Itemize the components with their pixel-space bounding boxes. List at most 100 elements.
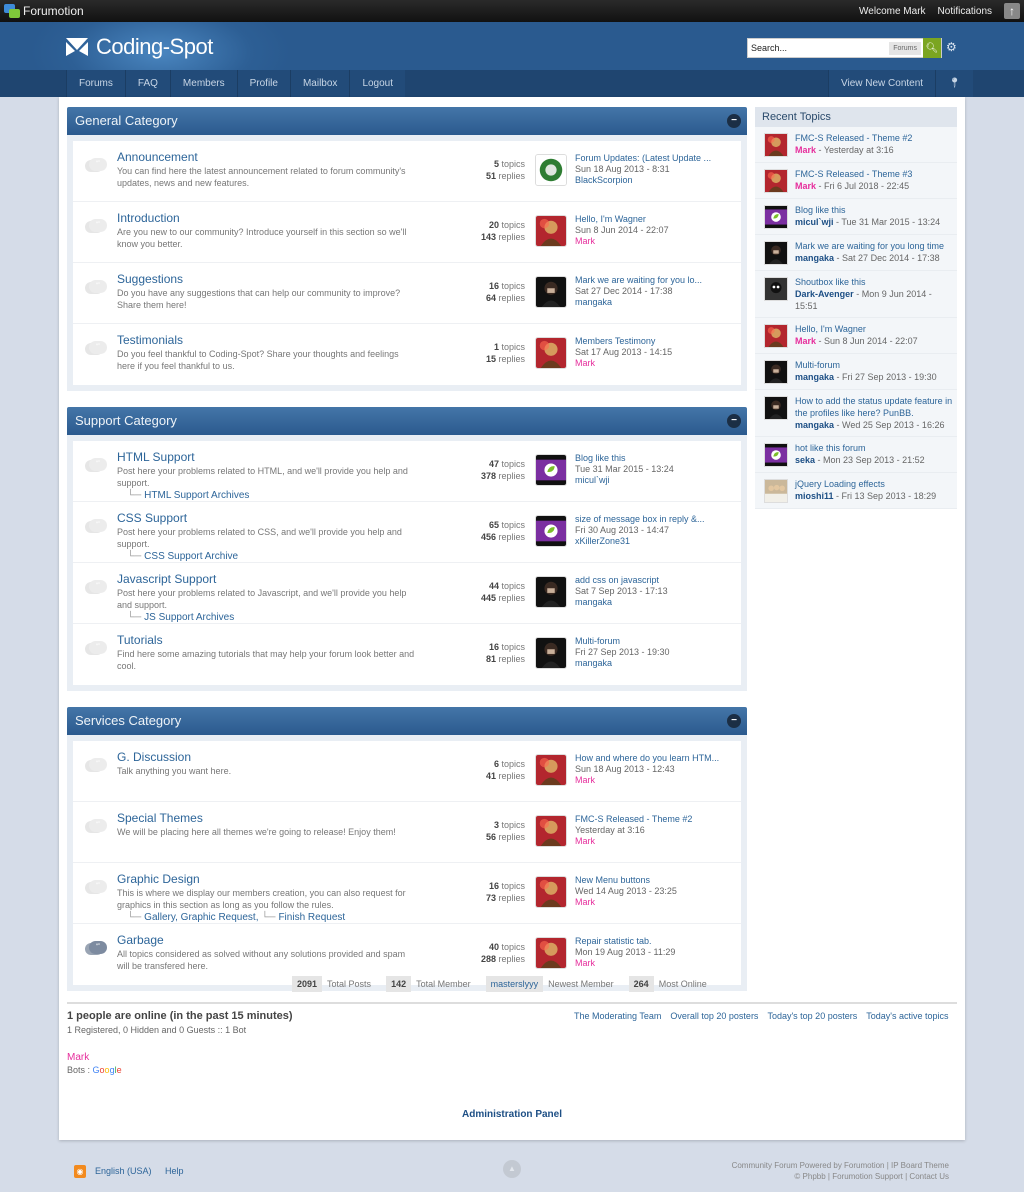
last-poster-avatar[interactable] xyxy=(535,876,567,908)
last-post-user-link[interactable]: Mark xyxy=(575,775,725,786)
forum-title-link[interactable]: Introduction xyxy=(117,211,180,225)
recent-topic-user-link[interactable]: Mark xyxy=(795,145,816,155)
overall-top-posters-link[interactable]: Overall top 20 posters xyxy=(670,1011,758,1021)
recent-topic-user-link[interactable]: mangaka xyxy=(795,253,834,263)
forum-title-link[interactable]: Javascript Support xyxy=(117,572,216,586)
recent-topic-avatar[interactable] xyxy=(764,479,788,503)
last-poster-avatar[interactable] xyxy=(535,154,567,186)
forum-title-link[interactable]: G. Discussion xyxy=(117,750,191,764)
nav-members[interactable]: Members xyxy=(169,70,237,97)
recent-topic-user-link[interactable]: seka xyxy=(795,455,815,465)
recent-topic-avatar[interactable] xyxy=(764,277,788,301)
subforum-link[interactable]: Finish Request xyxy=(278,912,345,923)
nav-logout[interactable]: Logout xyxy=(349,70,406,97)
recent-topic-title-link[interactable]: hot like this forum xyxy=(795,442,953,454)
recent-topic-user-link[interactable]: mangaka xyxy=(795,420,834,430)
moderating-team-link[interactable]: The Moderating Team xyxy=(574,1011,661,1021)
recent-topic-avatar[interactable] xyxy=(764,396,788,420)
forum-title-link[interactable]: Suggestions xyxy=(117,272,183,286)
scroll-up-arrow-icon[interactable]: ↑ xyxy=(1004,3,1020,19)
last-post-user-link[interactable]: mangaka xyxy=(575,597,725,608)
recent-topic-title-link[interactable]: Multi-forum xyxy=(795,359,953,371)
online-user-link[interactable]: Mark xyxy=(67,1052,293,1063)
subforum-link[interactable]: Gallery xyxy=(144,912,175,923)
nav-profile[interactable]: Profile xyxy=(236,70,290,97)
recent-topic-avatar[interactable] xyxy=(764,324,788,348)
last-post-title-link[interactable]: Repair statistic tab. xyxy=(575,936,725,947)
last-post-user-link[interactable]: Mark xyxy=(575,358,725,369)
last-post-title-link[interactable]: Mark we are waiting for you lo... xyxy=(575,275,725,286)
recent-topic-user-link[interactable]: mangaka xyxy=(795,372,834,382)
recent-topic-avatar[interactable] xyxy=(764,360,788,384)
recent-topic-avatar[interactable] xyxy=(764,133,788,157)
search-button[interactable]: 🔍︎ xyxy=(923,38,941,58)
recent-topic-title-link[interactable]: Blog like this xyxy=(795,204,953,216)
subforum-link[interactable]: HTML Support Archives xyxy=(144,490,249,501)
last-post-user-link[interactable]: xKillerZone31 xyxy=(575,536,725,547)
back-to-top-icon[interactable]: ▲ xyxy=(503,1160,521,1178)
recent-topic-title-link[interactable]: FMC-S Released - Theme #2 xyxy=(795,132,953,144)
last-post-title-link[interactable]: Forum Updates: (Latest Update ... xyxy=(575,153,725,164)
last-poster-avatar[interactable] xyxy=(535,454,567,486)
recent-topic-user-link[interactable]: Mark xyxy=(795,181,816,191)
last-poster-avatar[interactable] xyxy=(535,754,567,786)
view-new-content-link[interactable]: View New Content xyxy=(828,70,936,97)
forum-title-link[interactable]: Graphic Design xyxy=(117,872,200,886)
site-logo[interactable]: Coding-Spot xyxy=(66,34,213,60)
subforum-link[interactable]: CSS Support Archive xyxy=(144,551,238,562)
recent-topic-user-link[interactable]: micul`wji xyxy=(795,217,834,227)
gear-icon[interactable]: ⚙ xyxy=(946,40,957,54)
last-post-title-link[interactable]: Multi-forum xyxy=(575,636,725,647)
recent-topic-avatar[interactable] xyxy=(764,241,788,265)
recent-topic-title-link[interactable]: How to add the status update feature in … xyxy=(795,395,953,419)
subforum-link[interactable]: Graphic Request xyxy=(181,912,256,923)
last-post-user-link[interactable]: Mark xyxy=(575,236,725,247)
last-post-title-link[interactable]: FMC-S Released - Theme #2 xyxy=(575,814,725,825)
last-post-user-link[interactable]: Mark xyxy=(575,958,725,969)
last-post-title-link[interactable]: New Menu buttons xyxy=(575,875,725,886)
newest-member-link[interactable]: masterslyyy xyxy=(485,976,544,992)
recent-topic-title-link[interactable]: Hello, I'm Wagner xyxy=(795,323,953,335)
recent-topic-title-link[interactable]: FMC-S Released - Theme #3 xyxy=(795,168,953,180)
forum-title-link[interactable]: Testimonials xyxy=(117,333,183,347)
last-poster-avatar[interactable] xyxy=(535,337,567,369)
last-post-user-link[interactable]: BlackScorpion xyxy=(575,175,725,186)
recent-topic-user-link[interactable]: mioshi11 xyxy=(795,491,834,501)
today-active-topics-link[interactable]: Today's active topics xyxy=(866,1011,948,1021)
forum-title-link[interactable]: Announcement xyxy=(117,150,198,164)
last-poster-avatar[interactable] xyxy=(535,215,567,247)
forum-title-link[interactable]: HTML Support xyxy=(117,450,195,464)
forum-title-link[interactable]: Special Themes xyxy=(117,811,203,825)
today-top-posters-link[interactable]: Today's top 20 posters xyxy=(767,1011,857,1021)
recent-topic-avatar[interactable] xyxy=(764,443,788,467)
subforum-link[interactable]: JS Support Archives xyxy=(144,612,234,623)
last-post-title-link[interactable]: size of message box in reply &... xyxy=(575,514,725,525)
administration-panel-link[interactable]: Administration Panel xyxy=(59,1109,965,1120)
last-poster-avatar[interactable] xyxy=(535,276,567,308)
last-post-title-link[interactable]: Members Testimony xyxy=(575,336,725,347)
language-link[interactable]: English (USA) xyxy=(95,1166,152,1176)
last-poster-avatar[interactable] xyxy=(535,637,567,669)
last-post-user-link[interactable]: Mark xyxy=(575,836,725,847)
category-title[interactable]: General Category xyxy=(75,113,178,128)
category-title[interactable]: Services Category xyxy=(75,713,181,728)
collapse-minus-icon[interactable]: − xyxy=(727,714,741,728)
last-post-title-link[interactable]: Hello, I'm Wagner xyxy=(575,214,725,225)
forum-title-link[interactable]: CSS Support xyxy=(117,511,187,525)
notifications-link[interactable]: Notifications xyxy=(938,6,992,17)
welcome-user-link[interactable]: Welcome Mark xyxy=(859,6,926,17)
last-post-title-link[interactable]: add css on javascript xyxy=(575,575,725,586)
location-pin-icon[interactable]: 📍︎ xyxy=(935,70,973,97)
last-post-user-link[interactable]: Mark xyxy=(575,897,725,908)
forumotion-brand[interactable]: Forumotion xyxy=(4,4,84,18)
recent-topic-user-link[interactable]: Mark xyxy=(795,336,816,346)
rss-icon[interactable]: ◉ xyxy=(74,1165,86,1178)
search-input[interactable]: Search... xyxy=(748,43,889,53)
collapse-minus-icon[interactable]: − xyxy=(727,114,741,128)
last-poster-avatar[interactable] xyxy=(535,576,567,608)
last-post-title-link[interactable]: How and where do you learn HTM... xyxy=(575,753,725,764)
recent-topic-title-link[interactable]: Mark we are waiting for you long time xyxy=(795,240,953,252)
recent-topic-user-link[interactable]: Dark-Avenger xyxy=(795,289,854,299)
recent-topic-title-link[interactable]: Shoutbox like this xyxy=(795,276,953,288)
nav-faq[interactable]: FAQ xyxy=(124,70,170,97)
